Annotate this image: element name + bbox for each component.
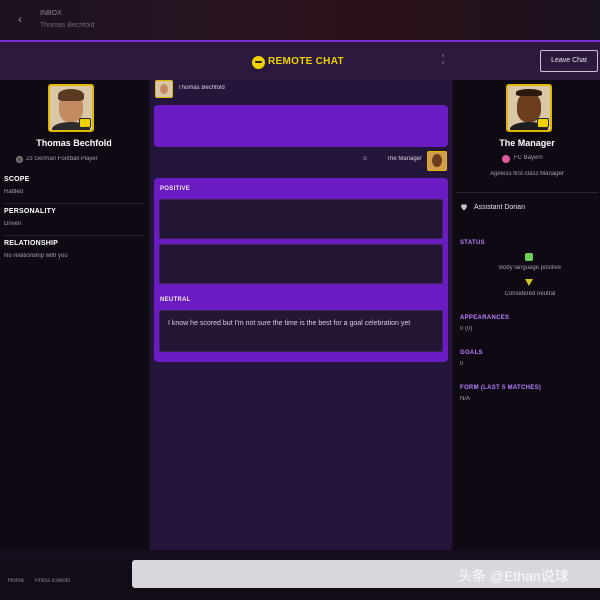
form-value: N/A xyxy=(460,396,471,402)
scope-label: SCOPE xyxy=(4,176,30,183)
mood-positive-icon xyxy=(525,253,533,261)
reply-option-positive-2[interactable] xyxy=(159,244,443,284)
shield-icon: ⛊ xyxy=(461,203,467,212)
chat-badge-icon xyxy=(79,118,91,128)
goals-label: GOALS xyxy=(460,350,483,356)
top-bar: ‹ INBOX Thomas Bechfold xyxy=(0,0,600,40)
reply-option-positive-1[interactable] xyxy=(159,199,443,239)
manager-subtitle: Ageless first-class Manager xyxy=(490,171,564,177)
scope-value: Rattled xyxy=(4,189,24,195)
chat-badge-icon xyxy=(537,118,549,128)
nation-flag-icon xyxy=(16,156,23,163)
assistant-name: Assistant Dorian xyxy=(474,204,525,211)
manager-club[interactable]: FC Bayern xyxy=(514,155,584,161)
divider xyxy=(4,203,144,204)
status-neutral-text: Considered neutral xyxy=(504,291,556,297)
goals-value: 0 xyxy=(460,361,464,367)
breadcrumb-primary[interactable]: INBOX xyxy=(40,10,84,18)
reply-option-neutral-text: I know he scored but I'm not sure the ti… xyxy=(168,320,411,327)
bottom-nav-events[interactable]: Press Events xyxy=(35,578,95,584)
neutral-category-label: NEUTRAL xyxy=(160,297,191,303)
appearances-value: 0 (0) xyxy=(460,326,473,332)
status-positive-text: Body language positive xyxy=(498,265,562,271)
manager-hair-icon xyxy=(516,89,542,96)
player-subtitle: 23 German Football Player xyxy=(26,156,98,162)
appearances-label: APPEARANCES xyxy=(460,315,510,321)
reply-sender-name: The Manager xyxy=(386,156,422,162)
manager-mini-avatar xyxy=(427,151,447,171)
relationship-value: No relationship with you xyxy=(4,253,68,259)
chat-header: REMOTE CHAT ˄ ˅ Leave Chat xyxy=(0,40,600,80)
sender-avatar xyxy=(155,80,173,98)
personality-label: PERSONALITY xyxy=(4,208,56,215)
reply-icon: ☺ xyxy=(362,156,369,162)
breadcrumb-secondary: Thomas Bechfold xyxy=(40,22,95,29)
message-bubble xyxy=(154,105,448,147)
chat-bubble-icon xyxy=(252,56,265,69)
manager-name: The Manager xyxy=(499,138,555,148)
reply-option-neutral[interactable] xyxy=(159,310,443,352)
leave-chat-button[interactable]: Leave Chat xyxy=(540,50,598,72)
watermark: 头条 @Ethan说球 xyxy=(458,568,569,584)
page-title: REMOTE CHAT xyxy=(268,56,344,67)
left-profile-panel xyxy=(0,80,148,550)
scroll-arrows-icon: ˄ ˅ xyxy=(441,54,445,67)
divider xyxy=(4,235,144,236)
divider xyxy=(456,192,598,193)
status-label: STATUS xyxy=(460,240,485,246)
club-crest-icon xyxy=(502,155,510,163)
manager-avatar[interactable] xyxy=(506,84,552,132)
player-avatar[interactable] xyxy=(48,84,94,132)
personality-value: Driven xyxy=(4,221,22,227)
player-name: Thomas Bechfold xyxy=(36,138,112,148)
player-hair-icon xyxy=(58,89,84,101)
positive-category-label: POSITIVE xyxy=(160,186,191,192)
back-arrow-icon[interactable]: ‹ xyxy=(18,12,28,26)
form-label: FORM (LAST 5 MATCHES) xyxy=(460,385,542,391)
relationship-label: RELATIONSHIP xyxy=(4,240,58,247)
sender-name: Thomas Bechfold xyxy=(178,85,225,91)
